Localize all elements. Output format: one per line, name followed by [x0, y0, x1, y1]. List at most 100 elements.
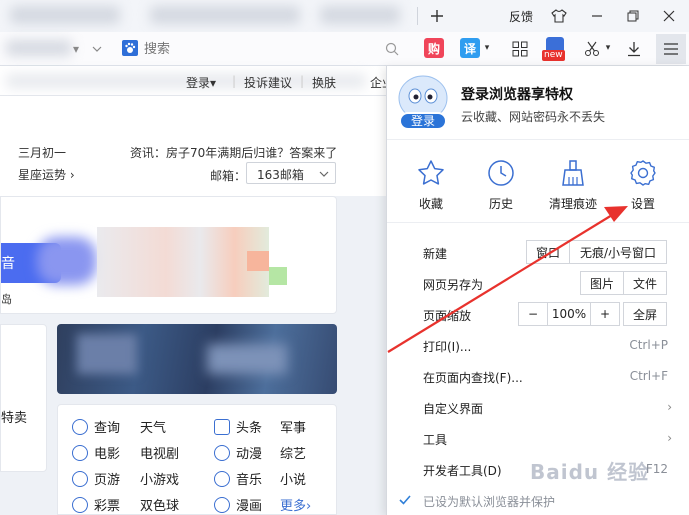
settings-label: 设置: [630, 197, 655, 211]
favorites-button[interactable]: 收藏: [401, 159, 461, 217]
mail-select[interactable]: 163邮箱: [246, 162, 336, 184]
skin-link[interactable]: 换肤: [312, 74, 336, 91]
news-headline[interactable]: 资讯：房子70年满期后归谁？答案来了: [130, 144, 337, 161]
caret-icon: ▾: [72, 42, 80, 56]
restore-button[interactable]: [620, 4, 646, 28]
download-icon[interactable]: [624, 39, 644, 59]
login-title[interactable]: 登录浏览器享特权: [461, 84, 573, 104]
apps-grid-icon[interactable]: [510, 39, 530, 59]
link-novels[interactable]: 小说: [280, 469, 306, 488]
zoom-out-button[interactable]: −: [518, 302, 548, 326]
link-lottery[interactable]: 彩票: [94, 495, 120, 514]
new-tab-button[interactable]: [426, 4, 448, 28]
zoom-in-button[interactable]: +: [590, 302, 620, 326]
divider: |: [300, 74, 305, 88]
translate-icon[interactable]: 译: [460, 38, 480, 58]
anime-icon: [214, 444, 230, 461]
news-image[interactable]: [57, 324, 337, 394]
close-button[interactable]: [656, 4, 682, 28]
blurred-banner: [97, 227, 269, 297]
horoscope-link[interactable]: 星座运势 ›: [18, 166, 75, 183]
history-label: 历史: [488, 197, 513, 211]
title-bar: 反馈: [0, 0, 689, 32]
special-sale-label: 特卖: [1, 411, 28, 426]
menu-row-zoom: 页面缩放 − 100% + 全屏: [387, 299, 689, 329]
save-file-button[interactable]: 文件: [623, 271, 667, 295]
complaint-link[interactable]: 投诉建议: [244, 74, 292, 91]
menu-item-customize[interactable]: 自定义界面 ›: [387, 392, 689, 422]
divider: |: [232, 74, 237, 88]
new-window-button[interactable]: 窗口: [526, 240, 570, 264]
address-bar: ▾ 购 译 ▾ new ▾: [0, 32, 689, 66]
fullscreen-button[interactable]: 全屏: [623, 302, 667, 326]
link-weather[interactable]: 天气: [140, 417, 166, 436]
movie-icon: [72, 444, 88, 461]
new-private-window-button[interactable]: 无痕/小号窗口: [569, 240, 667, 264]
browser-main-menu: 登录 登录浏览器享特权 云收藏、网站密码永不丢失 收藏 历史 清理痕迹 设置 新…: [386, 66, 689, 515]
quick-link-row: 彩票: [72, 495, 120, 514]
clear-traces-button[interactable]: 清理痕迹: [543, 159, 603, 217]
avatar[interactable]: 登录: [397, 72, 449, 132]
menu-button[interactable]: [656, 34, 686, 64]
link-music[interactable]: 音乐: [236, 469, 262, 488]
search-icon[interactable]: [384, 41, 400, 57]
login-area[interactable]: 登录 登录浏览器享特权 云收藏、网站密码永不丢失: [387, 66, 689, 140]
feedback-button[interactable]: 反馈: [504, 4, 538, 28]
blurred-url: [6, 40, 72, 56]
star-icon: [418, 160, 444, 185]
plus-icon: [431, 10, 443, 22]
link-more[interactable]: 更多›: [280, 495, 311, 514]
menu-item-default-browser[interactable]: 已设为默认浏览器并保护: [387, 485, 689, 515]
mail-label: 邮箱：: [210, 169, 247, 183]
close-icon: [663, 10, 675, 22]
login-button[interactable]: 登录: [399, 112, 447, 130]
query-icon: [72, 418, 88, 435]
shopping-icon[interactable]: 购: [424, 38, 444, 58]
mail-select-value: 163邮箱: [257, 168, 304, 182]
zoom-value: 100%: [547, 302, 591, 326]
banner-card[interactable]: 音 岛: [0, 196, 337, 314]
link-headlines[interactable]: 头条: [236, 417, 262, 436]
caret-icon[interactable]: ▾: [482, 42, 492, 54]
menu-quick-actions: 收藏 历史 清理痕迹 设置: [387, 141, 689, 223]
blurred-tab: [320, 6, 400, 24]
new-feature-button[interactable]: new: [542, 37, 566, 61]
link-double-ball[interactable]: 双色球: [140, 495, 179, 514]
banner-partial-text: 岛: [1, 293, 12, 306]
scissors-icon[interactable]: [582, 39, 602, 59]
quick-link-row: 漫画: [214, 495, 262, 514]
link-webgames[interactable]: 页游: [94, 469, 120, 488]
baidu-watermark: Baidu 经验: [530, 460, 650, 484]
zoom-label: 页面缩放: [423, 309, 472, 323]
link-variety[interactable]: 综艺: [280, 443, 306, 462]
menu-item-find[interactable]: 在页面内查找(F)... Ctrl+F: [387, 361, 689, 391]
devtools-shortcut: F12: [645, 462, 668, 476]
link-query[interactable]: 查询: [94, 417, 120, 436]
history-button[interactable]: 历史: [471, 159, 531, 217]
settings-button[interactable]: 设置: [613, 159, 673, 217]
sale-card[interactable]: 特卖: [0, 324, 47, 472]
link-minigames[interactable]: 小游戏: [140, 469, 179, 488]
blurred-logo: [37, 237, 97, 285]
minimize-button[interactable]: [584, 4, 610, 28]
skin-button[interactable]: [546, 4, 572, 28]
blurred-pixel: [247, 251, 269, 271]
login-subtitle: 云收藏、网站密码永不丢失: [461, 110, 606, 124]
blurred-tab: [150, 6, 300, 24]
link-military[interactable]: 军事: [280, 417, 306, 436]
link-anime[interactable]: 动漫: [236, 443, 262, 462]
chevron-down-icon[interactable]: [90, 41, 104, 57]
link-comics[interactable]: 漫画: [236, 495, 262, 514]
login-link[interactable]: 登录▾: [186, 74, 216, 91]
search-input[interactable]: [144, 40, 374, 58]
menu-item-tools[interactable]: 工具 ›: [387, 423, 689, 453]
menu-item-print[interactable]: 打印(I)... Ctrl+P: [387, 330, 689, 360]
quick-link-row: 页游: [72, 469, 120, 488]
link-tv[interactable]: 电视剧: [140, 443, 179, 462]
caret-icon[interactable]: ▾: [603, 42, 613, 54]
find-shortcut: Ctrl+F: [629, 369, 668, 383]
save-image-button[interactable]: 图片: [580, 271, 624, 295]
save-as-label: 网页另存为: [423, 278, 484, 292]
favorites-label: 收藏: [418, 197, 443, 211]
link-movies[interactable]: 电影: [94, 443, 120, 462]
